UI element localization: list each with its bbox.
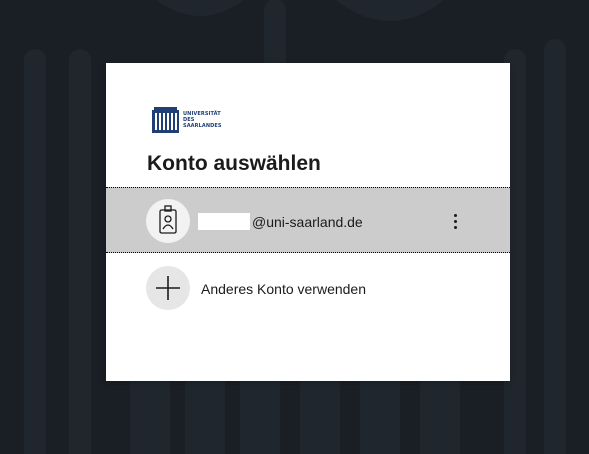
account-tile[interactable]: @uni-saarland.de: [106, 187, 510, 253]
university-emblem-icon: [152, 107, 179, 133]
plus-icon: [156, 276, 180, 300]
use-another-account-label: Anderes Konto verwenden: [201, 281, 366, 297]
dialog-title: Konto auswählen: [147, 152, 321, 175]
account-email: @uni-saarland.de: [252, 214, 363, 230]
use-another-account-button[interactable]: Anderes Konto verwenden: [106, 265, 510, 315]
account-picker-dialog: UNIVERSITÄT DES SAARLANDES Konto auswähl…: [106, 63, 510, 381]
redacted-username: [198, 213, 250, 230]
university-name-line-3: SAARLANDES: [183, 123, 222, 129]
plus-icon-circle: [146, 266, 190, 310]
badge-person-icon: [159, 205, 177, 234]
account-avatar: [146, 199, 190, 243]
university-name: UNIVERSITÄT DES SAARLANDES: [183, 111, 222, 129]
more-options-icon[interactable]: [446, 211, 464, 231]
university-logo: UNIVERSITÄT DES SAARLANDES: [152, 107, 222, 133]
